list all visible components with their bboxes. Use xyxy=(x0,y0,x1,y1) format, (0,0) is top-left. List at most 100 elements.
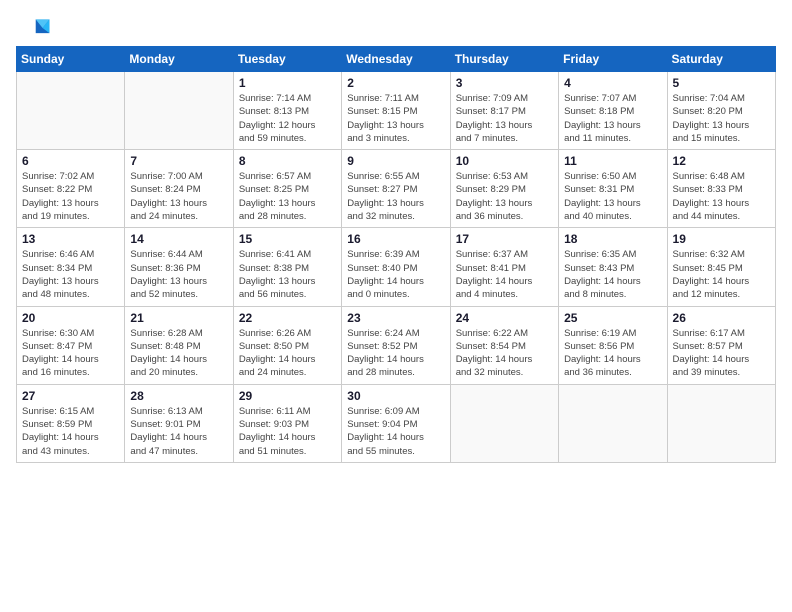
day-info: Sunrise: 6:50 AM Sunset: 8:31 PM Dayligh… xyxy=(564,170,661,223)
day-number: 17 xyxy=(456,232,553,246)
weekday-header-monday: Monday xyxy=(125,47,233,72)
day-number: 22 xyxy=(239,311,336,325)
day-info: Sunrise: 7:02 AM Sunset: 8:22 PM Dayligh… xyxy=(22,170,119,223)
day-info: Sunrise: 6:24 AM Sunset: 8:52 PM Dayligh… xyxy=(347,327,444,380)
day-number: 18 xyxy=(564,232,661,246)
week-row-5: 27 Sunrise: 6:15 AM Sunset: 8:59 PM Dayli… xyxy=(17,384,776,462)
day-info: Sunrise: 6:17 AM Sunset: 8:57 PM Dayligh… xyxy=(673,327,770,380)
calendar: SundayMondayTuesdayWednesdayThursdayFrid… xyxy=(16,46,776,463)
calendar-cell: 4 Sunrise: 7:07 AM Sunset: 8:18 PM Daylig… xyxy=(559,72,667,150)
day-number: 30 xyxy=(347,389,444,403)
day-number: 19 xyxy=(673,232,770,246)
calendar-cell: 3Sunrise: 7:09 AM Sunset: 8:17 PM Daylig… xyxy=(450,72,558,150)
day-number: 5 xyxy=(673,76,770,90)
calendar-cell: 22 Sunrise: 6:26 AM Sunset: 8:50 PM Dayli… xyxy=(233,306,341,384)
calendar-cell: 27 Sunrise: 6:15 AM Sunset: 8:59 PM Dayli… xyxy=(17,384,125,462)
day-number: 3 xyxy=(456,76,553,90)
day-number: 10 xyxy=(456,154,553,168)
calendar-cell: 9Sunrise: 6:55 AM Sunset: 8:27 PM Daylig… xyxy=(342,150,450,228)
calendar-cell: 29 Sunrise: 6:11 AM Sunset: 9:03 PM Dayli… xyxy=(233,384,341,462)
header xyxy=(16,16,776,40)
day-number: 7 xyxy=(130,154,227,168)
day-info: Sunrise: 6:28 AM Sunset: 8:48 PM Dayligh… xyxy=(130,327,227,380)
calendar-cell: 14Sunrise: 6:44 AM Sunset: 8:36 PM Dayli… xyxy=(125,228,233,306)
weekday-header-friday: Friday xyxy=(559,47,667,72)
day-number: 21 xyxy=(130,311,227,325)
calendar-cell: 1 Sunrise: 7:14 AM Sunset: 8:13 PM Daylig… xyxy=(233,72,341,150)
weekday-header-tuesday: Tuesday xyxy=(233,47,341,72)
day-number: 12 xyxy=(673,154,770,168)
day-info: Sunrise: 6:39 AM Sunset: 8:40 PM Dayligh… xyxy=(347,248,444,301)
calendar-cell xyxy=(667,384,775,462)
calendar-cell: 11 Sunrise: 6:50 AM Sunset: 8:31 PM Dayli… xyxy=(559,150,667,228)
day-number: 26 xyxy=(673,311,770,325)
day-info: Sunrise: 7:11 AM Sunset: 8:15 PM Dayligh… xyxy=(347,92,444,145)
day-number: 4 xyxy=(564,76,661,90)
day-info: Sunrise: 6:22 AM Sunset: 8:54 PM Dayligh… xyxy=(456,327,553,380)
calendar-cell: 6 Sunrise: 7:02 AM Sunset: 8:22 PM Daylig… xyxy=(17,150,125,228)
calendar-cell: 7 Sunrise: 7:00 AM Sunset: 8:24 PM Daylig… xyxy=(125,150,233,228)
day-number: 2 xyxy=(347,76,444,90)
week-row-1: 1 Sunrise: 7:14 AM Sunset: 8:13 PM Daylig… xyxy=(17,72,776,150)
calendar-cell: 18 Sunrise: 6:35 AM Sunset: 8:43 PM Dayli… xyxy=(559,228,667,306)
calendar-cell: 19 Sunrise: 6:32 AM Sunset: 8:45 PM Dayli… xyxy=(667,228,775,306)
day-number: 16 xyxy=(347,232,444,246)
calendar-cell xyxy=(17,72,125,150)
week-row-3: 13Sunrise: 6:46 AM Sunset: 8:34 PM Dayli… xyxy=(17,228,776,306)
day-info: Sunrise: 7:04 AM Sunset: 8:20 PM Dayligh… xyxy=(673,92,770,145)
day-info: Sunrise: 7:00 AM Sunset: 8:24 PM Dayligh… xyxy=(130,170,227,223)
day-number: 24 xyxy=(456,311,553,325)
day-info: Sunrise: 6:11 AM Sunset: 9:03 PM Dayligh… xyxy=(239,405,336,458)
calendar-cell xyxy=(450,384,558,462)
day-number: 14 xyxy=(130,232,227,246)
calendar-cell: 25 Sunrise: 6:19 AM Sunset: 8:56 PM Dayli… xyxy=(559,306,667,384)
day-info: Sunrise: 6:41 AM Sunset: 8:38 PM Dayligh… xyxy=(239,248,336,301)
calendar-cell: 2 Sunrise: 7:11 AM Sunset: 8:15 PM Daylig… xyxy=(342,72,450,150)
day-info: Sunrise: 6:48 AM Sunset: 8:33 PM Dayligh… xyxy=(673,170,770,223)
logo-icon xyxy=(16,16,52,40)
day-info: Sunrise: 6:32 AM Sunset: 8:45 PM Dayligh… xyxy=(673,248,770,301)
day-number: 29 xyxy=(239,389,336,403)
calendar-cell: 15 Sunrise: 6:41 AM Sunset: 8:38 PM Dayli… xyxy=(233,228,341,306)
day-info: Sunrise: 6:46 AM Sunset: 8:34 PM Dayligh… xyxy=(22,248,119,301)
day-info: Sunrise: 6:13 AM Sunset: 9:01 PM Dayligh… xyxy=(130,405,227,458)
weekday-header-sunday: Sunday xyxy=(17,47,125,72)
day-number: 15 xyxy=(239,232,336,246)
calendar-cell: 12 Sunrise: 6:48 AM Sunset: 8:33 PM Dayli… xyxy=(667,150,775,228)
weekday-header-wednesday: Wednesday xyxy=(342,47,450,72)
day-info: Sunrise: 6:53 AM Sunset: 8:29 PM Dayligh… xyxy=(456,170,553,223)
calendar-cell: 30 Sunrise: 6:09 AM Sunset: 9:04 PM Dayli… xyxy=(342,384,450,462)
calendar-cell: 16 Sunrise: 6:39 AM Sunset: 8:40 PM Dayli… xyxy=(342,228,450,306)
calendar-cell: 5 Sunrise: 7:04 AM Sunset: 8:20 PM Daylig… xyxy=(667,72,775,150)
day-number: 6 xyxy=(22,154,119,168)
day-number: 25 xyxy=(564,311,661,325)
day-info: Sunrise: 6:09 AM Sunset: 9:04 PM Dayligh… xyxy=(347,405,444,458)
calendar-cell: 17 Sunrise: 6:37 AM Sunset: 8:41 PM Dayli… xyxy=(450,228,558,306)
day-info: Sunrise: 7:07 AM Sunset: 8:18 PM Dayligh… xyxy=(564,92,661,145)
day-info: Sunrise: 6:19 AM Sunset: 8:56 PM Dayligh… xyxy=(564,327,661,380)
day-number: 1 xyxy=(239,76,336,90)
week-row-2: 6 Sunrise: 7:02 AM Sunset: 8:22 PM Daylig… xyxy=(17,150,776,228)
day-number: 11 xyxy=(564,154,661,168)
calendar-cell: 20Sunrise: 6:30 AM Sunset: 8:47 PM Dayli… xyxy=(17,306,125,384)
day-info: Sunrise: 6:35 AM Sunset: 8:43 PM Dayligh… xyxy=(564,248,661,301)
week-row-4: 20Sunrise: 6:30 AM Sunset: 8:47 PM Dayli… xyxy=(17,306,776,384)
day-info: Sunrise: 6:37 AM Sunset: 8:41 PM Dayligh… xyxy=(456,248,553,301)
calendar-cell: 28 Sunrise: 6:13 AM Sunset: 9:01 PM Dayli… xyxy=(125,384,233,462)
calendar-cell: 10 Sunrise: 6:53 AM Sunset: 8:29 PM Dayli… xyxy=(450,150,558,228)
calendar-cell xyxy=(125,72,233,150)
day-number: 28 xyxy=(130,389,227,403)
day-number: 27 xyxy=(22,389,119,403)
weekday-header-row: SundayMondayTuesdayWednesdayThursdayFrid… xyxy=(17,47,776,72)
logo xyxy=(16,16,56,40)
calendar-cell: 8Sunrise: 6:57 AM Sunset: 8:25 PM Daylig… xyxy=(233,150,341,228)
day-info: Sunrise: 6:26 AM Sunset: 8:50 PM Dayligh… xyxy=(239,327,336,380)
weekday-header-saturday: Saturday xyxy=(667,47,775,72)
calendar-cell: 24 Sunrise: 6:22 AM Sunset: 8:54 PM Dayli… xyxy=(450,306,558,384)
calendar-cell: 13Sunrise: 6:46 AM Sunset: 8:34 PM Dayli… xyxy=(17,228,125,306)
calendar-cell xyxy=(559,384,667,462)
day-number: 9 xyxy=(347,154,444,168)
weekday-header-thursday: Thursday xyxy=(450,47,558,72)
day-info: Sunrise: 6:15 AM Sunset: 8:59 PM Dayligh… xyxy=(22,405,119,458)
day-info: Sunrise: 7:14 AM Sunset: 8:13 PM Dayligh… xyxy=(239,92,336,145)
